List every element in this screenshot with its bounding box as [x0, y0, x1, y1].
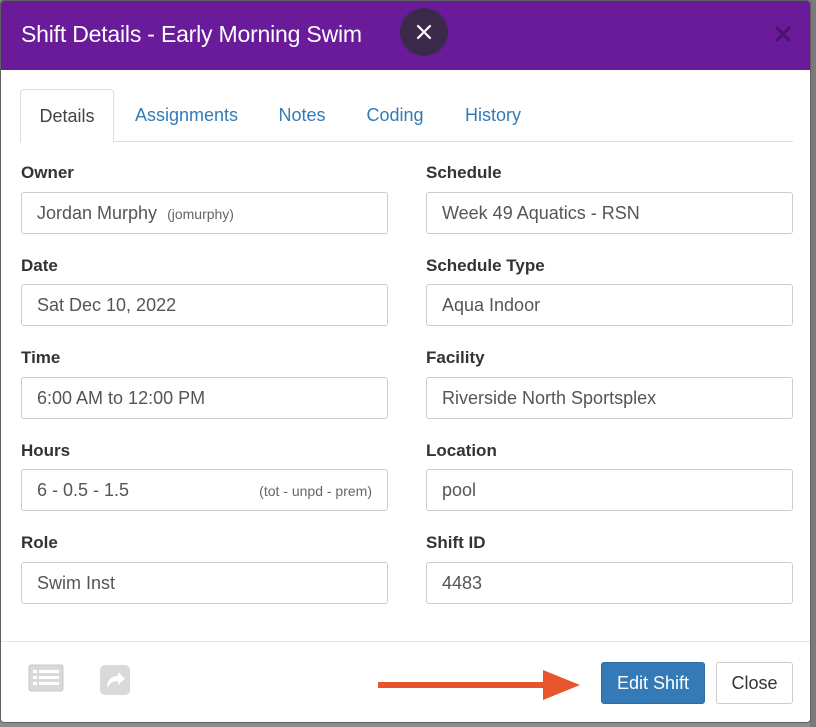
hours-field[interactable]: 6 - 0.5 - 1.5 (tot - unpd - prem) [21, 469, 388, 511]
role-value: Swim Inst [37, 573, 116, 593]
modal-header: Shift Details - Early Morning Swim [1, 1, 810, 70]
edit-shift-button[interactable]: Edit Shift [601, 662, 705, 704]
dismiss-icon[interactable] [772, 23, 794, 45]
facility-label: Facility [426, 348, 485, 367]
tab-history[interactable]: History [458, 89, 528, 142]
location-label: Location [426, 441, 497, 460]
location-field[interactable]: pool [426, 469, 793, 511]
tab-assignments[interactable]: Assignments [128, 89, 245, 142]
list-icon[interactable] [28, 664, 64, 697]
date-value: Sat Dec 10, 2022 [37, 295, 177, 315]
owner-field[interactable]: Jordan Murphy (jomurphy) [21, 192, 388, 234]
close-icon[interactable] [400, 8, 448, 56]
role-field[interactable]: Swim Inst [21, 562, 388, 604]
modal-title: Shift Details - Early Morning Swim [21, 21, 362, 47]
tab-details[interactable]: Details [20, 89, 114, 143]
location-value: pool [442, 480, 477, 500]
shift-details-modal: Shift Details - Early Morning Swim Detai… [0, 0, 811, 723]
arrow-annotation-icon [378, 668, 583, 709]
shift-id-field[interactable]: 4483 [426, 562, 793, 604]
schedule-label: Schedule [426, 163, 502, 182]
tab-bar: Details Assignments Notes Coding History [20, 89, 793, 143]
tab-notes[interactable]: Notes [272, 89, 332, 142]
close-button[interactable]: Close [716, 662, 793, 704]
share-icon[interactable] [99, 664, 131, 701]
time-label: Time [21, 348, 61, 367]
hours-value: 6 - 0.5 - 1.5 [37, 480, 130, 500]
owner-label: Owner [21, 163, 74, 182]
owner-value: Jordan Murphy [37, 203, 158, 223]
shift-id-value: 4483 [442, 573, 483, 593]
facility-field[interactable]: Riverside North Sportsplex [426, 377, 793, 419]
time-value: 6:00 AM to 12:00 PM [37, 388, 206, 408]
date-label: Date [21, 256, 58, 275]
schedule-type-label: Schedule Type [426, 256, 545, 275]
schedule-field[interactable]: Week 49 Aquatics - RSN [426, 192, 793, 234]
shift-id-label: Shift ID [426, 533, 486, 552]
schedule-value: Week 49 Aquatics - RSN [442, 203, 640, 223]
date-field[interactable]: Sat Dec 10, 2022 [21, 284, 388, 326]
hours-label: Hours [21, 441, 71, 460]
hours-note: (tot - unpd - prem) [259, 483, 372, 499]
owner-username: (jomurphy) [167, 206, 234, 222]
facility-value: Riverside North Sportsplex [442, 388, 657, 408]
schedule-type-field[interactable]: Aqua Indoor [426, 284, 793, 326]
time-field[interactable]: 6:00 AM to 12:00 PM [21, 377, 388, 419]
tab-coding[interactable]: Coding [360, 89, 430, 142]
role-label: Role [21, 533, 58, 552]
schedule-type-value: Aqua Indoor [442, 295, 541, 315]
